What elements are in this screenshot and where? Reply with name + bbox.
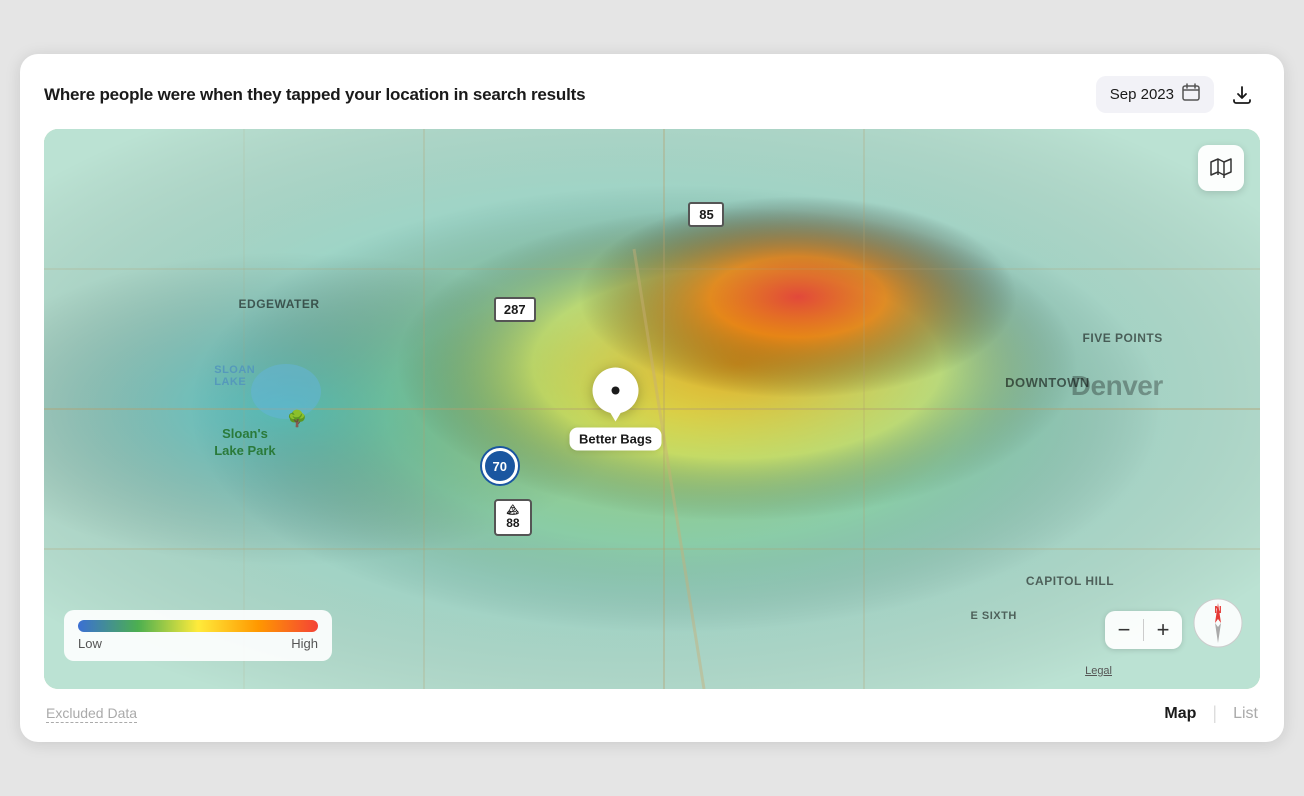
zoom-in-button[interactable]: +	[1144, 611, 1182, 649]
view-divider: |	[1212, 703, 1217, 724]
park-icon: 🌳	[287, 409, 307, 429]
footer: Excluded Data Map | List	[44, 703, 1260, 724]
legend-high-label: High	[291, 636, 318, 651]
page-title: Where people were when they tapped your …	[44, 85, 585, 105]
legend-labels: Low High	[78, 636, 318, 651]
pin-bubble	[593, 368, 639, 414]
map-container[interactable]: SloanLake 🌳 Sloan'sLake Park Edgewater F…	[44, 129, 1260, 689]
legal-link[interactable]: Legal	[1085, 665, 1112, 677]
view-map-button[interactable]: Map	[1164, 705, 1196, 723]
download-button[interactable]	[1224, 77, 1260, 113]
svg-text:N: N	[1214, 605, 1221, 616]
zoom-controls: − +	[1105, 611, 1182, 649]
header: Where people were when they tapped your …	[44, 76, 1260, 113]
legend-gradient-bar	[78, 620, 318, 632]
legend-low-label: Low	[78, 636, 102, 651]
header-controls: Sep 2023	[1096, 76, 1260, 113]
excluded-data-link[interactable]: Excluded Data	[46, 705, 137, 723]
view-list-button[interactable]: List	[1233, 705, 1258, 723]
map-layer-toggle-button[interactable]	[1198, 145, 1244, 191]
calendar-icon	[1182, 83, 1200, 106]
main-card: Where people were when they tapped your …	[20, 54, 1284, 742]
location-pin: Better Bags	[569, 368, 662, 451]
location-name: Better Bags	[569, 428, 662, 451]
compass: N	[1192, 597, 1244, 649]
view-toggle: Map | List	[1164, 703, 1258, 724]
zoom-out-button[interactable]: −	[1105, 611, 1143, 649]
heatmap-legend: Low High	[64, 610, 332, 661]
sloans-lake-water	[251, 364, 321, 419]
date-label: Sep 2023	[1110, 86, 1174, 103]
date-picker-button[interactable]: Sep 2023	[1096, 76, 1214, 113]
pin-dot	[612, 387, 620, 395]
